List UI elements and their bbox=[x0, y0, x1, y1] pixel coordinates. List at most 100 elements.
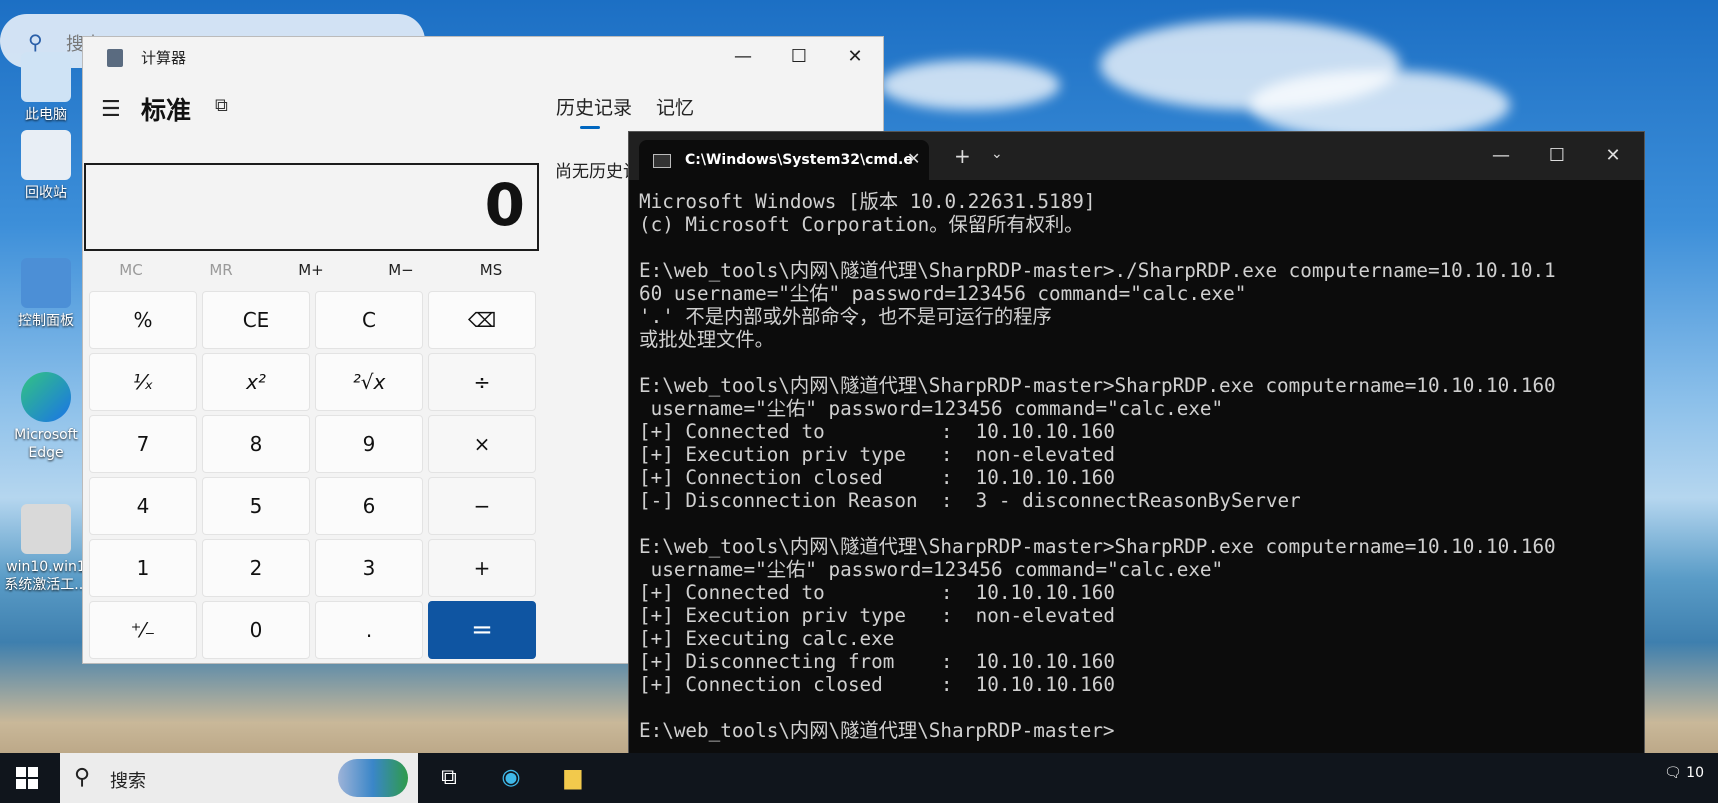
key-decimal[interactable]: . bbox=[315, 601, 423, 659]
terminal-line: [+] Connected to : 10.10.10.160 bbox=[639, 420, 1115, 443]
key-8[interactable]: 8 bbox=[202, 415, 310, 473]
terminal-line: E:\web_tools\内网\隧道代理\SharpRDP-master>Sha… bbox=[639, 535, 1556, 558]
terminal-line: Microsoft Windows [版本 10.0.22631.5189] bbox=[639, 190, 1096, 213]
desktop-icon-activator[interactable]: win10.win1 系统激活工... bbox=[0, 504, 92, 594]
desktop-icon-label: Microsoft Edge bbox=[14, 427, 78, 461]
terminal-line: [+] Disconnecting from : 10.10.10.160 bbox=[639, 650, 1115, 673]
taskbar-search-box[interactable]: ⚲ 搜索 bbox=[60, 753, 418, 803]
key-backspace[interactable]: ⌫ bbox=[428, 291, 536, 349]
key-4[interactable]: 4 bbox=[89, 477, 197, 535]
key-0[interactable]: 0 bbox=[202, 601, 310, 659]
key-percent[interactable]: % bbox=[89, 291, 197, 349]
minimize-button[interactable]: — bbox=[715, 37, 771, 77]
key-reciprocal[interactable]: ¹⁄ₓ bbox=[89, 353, 197, 411]
key-divide[interactable]: ÷ bbox=[428, 353, 536, 411]
terminal-line: '.' 不是内部或外部命令，也不是可运行的程序 bbox=[639, 305, 1052, 328]
desktop-icon-label: 此电脑 bbox=[25, 107, 67, 123]
terminal-tab[interactable]: C:\Windows\System32\cmd.e ✕ bbox=[639, 140, 929, 180]
terminal-line: [-] Disconnection Reason : 3 - disconnec… bbox=[639, 489, 1301, 512]
key-2[interactable]: 2 bbox=[202, 539, 310, 597]
desktop-icon-label: 回收站 bbox=[25, 185, 67, 201]
key-1[interactable]: 1 bbox=[89, 539, 197, 597]
active-tab-indicator bbox=[580, 126, 600, 129]
edge-icon[interactable]: ◉ bbox=[496, 763, 526, 793]
key-equals[interactable]: = bbox=[428, 601, 536, 659]
desktop-icon-recycle-bin[interactable]: 回收站 bbox=[0, 130, 92, 202]
search-icon: ⚲ bbox=[74, 765, 91, 790]
file-explorer-icon[interactable]: ▆ bbox=[558, 763, 588, 793]
hamburger-menu-icon[interactable]: ☰ bbox=[101, 97, 121, 122]
computer-icon bbox=[21, 52, 71, 102]
key-add[interactable]: + bbox=[428, 539, 536, 597]
memory-add-button[interactable]: M+ bbox=[271, 261, 351, 279]
cloud bbox=[1250, 70, 1510, 140]
tab-history[interactable]: 历史记录 bbox=[556, 93, 632, 120]
key-6[interactable]: 6 bbox=[315, 477, 423, 535]
terminal-titlebar[interactable]: C:\Windows\System32\cmd.e ✕ + ⌄ — ☐ ✕ bbox=[629, 132, 1644, 180]
control-panel-icon bbox=[21, 258, 71, 308]
terminal-line: (c) Microsoft Corporation。保留所有权利。 bbox=[639, 213, 1084, 236]
tab-memory[interactable]: 记忆 bbox=[656, 93, 694, 120]
desktop-icon-this-pc[interactable]: 此电脑 bbox=[0, 52, 92, 124]
memory-clear-button[interactable]: MC bbox=[91, 261, 171, 279]
memory-recall-button[interactable]: MR bbox=[181, 261, 261, 279]
cloud bbox=[880, 60, 1060, 110]
key-subtract[interactable]: − bbox=[428, 477, 536, 535]
close-button[interactable]: ✕ bbox=[1585, 136, 1641, 176]
key-negate[interactable]: ⁺⁄₋ bbox=[89, 601, 197, 659]
key-square[interactable]: x² bbox=[202, 353, 310, 411]
desktop-icon-control-panel[interactable]: 控制面板 bbox=[0, 258, 92, 330]
new-tab-icon[interactable]: + bbox=[954, 144, 971, 168]
calculator-display: 0 bbox=[84, 163, 539, 251]
terminal-line: [+] Connection closed : 10.10.10.160 bbox=[639, 466, 1115, 489]
key-clear-entry[interactable]: CE bbox=[202, 291, 310, 349]
key-7[interactable]: 7 bbox=[89, 415, 197, 473]
memory-subtract-button[interactable]: M− bbox=[361, 261, 441, 279]
taskbar-search-label: 搜索 bbox=[110, 771, 146, 792]
notification-count: 10 bbox=[1686, 765, 1704, 781]
key-9[interactable]: 9 bbox=[315, 415, 423, 473]
recycle-bin-icon bbox=[21, 130, 71, 180]
memory-store-button[interactable]: MS bbox=[451, 261, 531, 279]
terminal-line: [+] Execution priv type : non-elevated bbox=[639, 443, 1115, 466]
keep-on-top-icon[interactable]: ⧉ bbox=[215, 95, 228, 116]
desktop-icon-label: 控制面板 bbox=[18, 313, 74, 329]
terminal-line: [+] Execution priv type : non-elevated bbox=[639, 604, 1115, 627]
key-3[interactable]: 3 bbox=[315, 539, 423, 597]
close-tab-icon[interactable]: ✕ bbox=[907, 149, 920, 168]
terminal-line: username="尘佑" password=123456 command="c… bbox=[639, 397, 1224, 420]
terminal-line: 或批处理文件。 bbox=[639, 328, 774, 351]
task-view-icon[interactable]: ⧉ bbox=[434, 763, 464, 793]
desktop-icon-edge[interactable]: Microsoft Edge bbox=[0, 372, 92, 462]
search-icon: ⚲ bbox=[28, 30, 43, 54]
desktop-icon-label: win10.win1 系统激活工... bbox=[4, 559, 88, 593]
key-clear[interactable]: C bbox=[315, 291, 423, 349]
gear-icon bbox=[21, 504, 71, 554]
edge-icon bbox=[21, 372, 71, 422]
key-square-root[interactable]: ²√x bbox=[315, 353, 423, 411]
notification-badge[interactable]: 🗨 10 bbox=[1664, 765, 1704, 781]
calculator-titlebar[interactable]: 计算器 — ☐ ✕ bbox=[83, 37, 883, 77]
cmd-icon bbox=[653, 154, 671, 168]
terminal-line: username="尘佑" password=123456 command="c… bbox=[639, 558, 1224, 581]
calculator-window-title: 计算器 bbox=[141, 49, 187, 67]
maximize-button[interactable]: ☐ bbox=[1529, 136, 1585, 176]
terminal-line: E:\web_tools\内网\隧道代理\SharpRDP-master> bbox=[639, 719, 1115, 742]
calculator-app-icon bbox=[107, 49, 123, 67]
close-button[interactable]: ✕ bbox=[827, 37, 883, 77]
key-multiply[interactable]: × bbox=[428, 415, 536, 473]
maximize-button[interactable]: ☐ bbox=[771, 37, 827, 77]
terminal-window: C:\Windows\System32\cmd.e ✕ + ⌄ — ☐ ✕ Mi… bbox=[628, 131, 1645, 803]
chevron-down-icon[interactable]: ⌄ bbox=[991, 146, 1003, 162]
minimize-button[interactable]: — bbox=[1473, 136, 1529, 176]
key-5[interactable]: 5 bbox=[202, 477, 310, 535]
windows-start-icon[interactable] bbox=[16, 767, 38, 789]
terminal-line: E:\web_tools\内网\隧道代理\SharpRDP-master>./S… bbox=[639, 259, 1556, 282]
terminal-line: [+] Connected to : 10.10.10.160 bbox=[639, 581, 1115, 604]
terminal-output[interactable]: Microsoft Windows [版本 10.0.22631.5189] (c… bbox=[639, 190, 1634, 742]
terminal-line: [+] Connection closed : 10.10.10.160 bbox=[639, 673, 1115, 696]
